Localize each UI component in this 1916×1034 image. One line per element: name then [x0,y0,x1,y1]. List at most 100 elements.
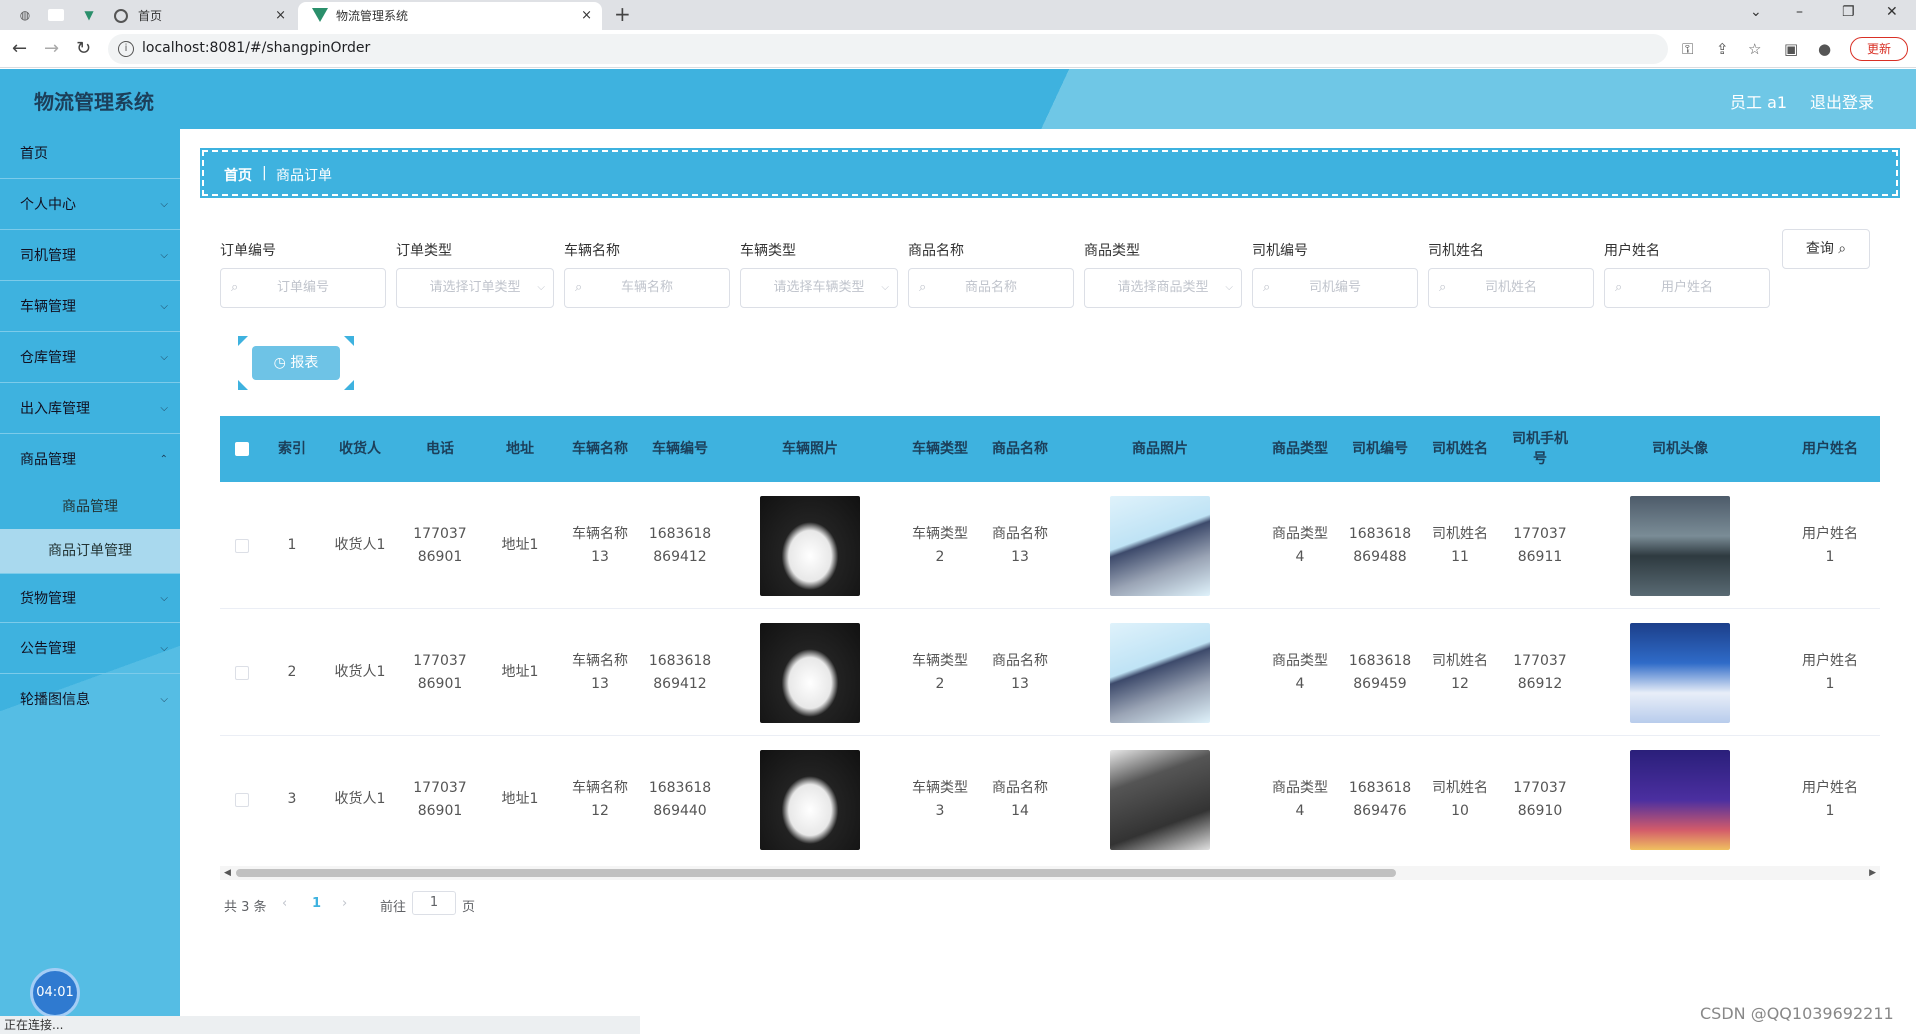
close-icon[interactable]: × [581,2,592,30]
sidebar-subitem-goods-order[interactable]: 商品订单管理 [0,529,180,573]
prev-page-icon[interactable]: ‹ [282,896,287,911]
sidebar-item-warehouse[interactable]: 仓库管理 ⌵ [0,333,180,383]
sidebar-subitem-goods[interactable]: 商品管理 [0,485,180,529]
goods-photo[interactable] [1110,749,1210,850]
sidebar-item-goods[interactable]: 商品管理 ⌃ [0,435,180,485]
vehicle-name-input[interactable]: ⌕ 车辆名称 [564,268,730,308]
scrollbar-thumb[interactable] [236,869,1396,877]
driver-avatar[interactable] [1630,495,1730,596]
info-icon[interactable]: i [118,41,134,57]
page-jump-input[interactable]: 1 [412,891,456,915]
reload-icon[interactable]: ↻ [76,38,91,59]
column-header[interactable]: 车辆照片 [720,416,900,482]
column-header[interactable]: 车辆名称 [560,416,640,482]
url-text[interactable]: localhost:8081/#/shangpinOrder [142,40,370,56]
close-window-icon[interactable]: ✕ [1886,4,1898,20]
scroll-left-icon[interactable]: ◀ [224,866,231,880]
tab-logistics[interactable]: 物流管理系统 × [298,2,602,30]
forward-icon[interactable]: → [44,38,59,59]
select-placeholder: 请选择车辆类型 [773,280,865,295]
vehicle-photo[interactable] [760,622,860,723]
cell-phone: 17703786901 [413,779,467,819]
column-header[interactable]: 司机编号 [1340,416,1420,482]
sidebar-item-label: 个人中心 [20,197,76,213]
driver-no-input[interactable]: ⌕ 司机编号 [1252,268,1418,308]
logout-link[interactable]: 退出登录 [1810,89,1874,113]
driver-name-input[interactable]: ⌕ 司机姓名 [1428,268,1594,308]
sidebar-icon[interactable]: ▣ [1784,40,1798,58]
cell-goods-type: 商品类型4 [1272,525,1328,565]
sidebar-item-drivers[interactable]: 司机管理 ⌵ [0,231,180,281]
driver-avatar[interactable] [1630,749,1730,850]
url-field[interactable]: i localhost:8081/#/shangpinOrder [108,34,1668,64]
column-header[interactable]: 商品照片 [1060,416,1260,482]
sidebar-item-notice[interactable]: 公告管理 ⌵ [0,624,180,674]
horizontal-scrollbar[interactable]: ◀ ▶ [220,866,1880,880]
goods-photo[interactable] [1110,622,1210,723]
update-button[interactable]: 更新 [1850,37,1908,61]
sidebar-item-profile[interactable]: 个人中心 ⌵ [0,180,180,230]
back-icon[interactable]: ← [12,38,27,59]
vue-logo-icon [312,8,328,22]
vue-logo-icon[interactable]: ▼ [80,6,98,24]
blank-tab-icon[interactable] [48,9,64,21]
globe-icon[interactable]: ◍ [16,6,34,24]
key-icon[interactable]: ⚿ [1682,40,1693,58]
user-name-input[interactable]: ⌕ 用户姓名 [1604,268,1770,308]
tab-home[interactable]: 首页 × [100,2,296,30]
cell-goods-name: 商品名称13 [992,652,1048,692]
column-header[interactable]: 车辆类型 [900,416,980,482]
page-number[interactable]: 1 [312,896,321,911]
sidebar-item-cargo[interactable]: 货物管理 ⌵ [0,573,180,623]
goods-name-input[interactable]: ⌕ 商品名称 [908,268,1074,308]
vehicle-type-select[interactable]: 请选择车辆类型 ⌵ [740,268,898,308]
row-checkbox[interactable] [235,792,249,807]
table-row[interactable]: 3 收货人1 17703786901 地址1 车辆名称12 1683618869… [220,736,1880,856]
close-icon[interactable]: × [275,2,286,30]
column-header[interactable]: 司机手机号 [1500,416,1580,482]
order-no-input[interactable]: ⌕ 订单编号 [220,268,386,308]
column-header[interactable]: 司机姓名 [1420,416,1500,482]
row-checkbox-cell [220,736,264,856]
row-checkbox[interactable] [235,538,249,553]
row-checkbox[interactable] [235,665,249,680]
input-placeholder: 商品名称 [964,280,1017,295]
driver-avatar[interactable] [1630,622,1730,723]
sidebar-item-inout[interactable]: 出入库管理 ⌵ [0,384,180,434]
vehicle-photo[interactable] [760,495,860,596]
column-header[interactable]: 收货人 [320,416,400,482]
sidebar-item-home[interactable]: 首页 [0,129,180,179]
column-header[interactable]: 司机头像 [1580,416,1780,482]
cell-driver-no: 1683618869459 [1348,652,1412,692]
star-icon[interactable]: ☆ [1748,40,1761,58]
table-row[interactable]: 1 收货人1 17703786901 地址1 车辆名称13 1683618869… [220,482,1880,609]
goods-type-select[interactable]: 请选择商品类型 ⌵ [1084,268,1242,308]
column-header[interactable]: 车辆编号 [640,416,720,482]
table-row[interactable]: 2 收货人1 17703786901 地址1 车辆名称13 1683618869… [220,609,1880,736]
column-header[interactable]: 电话 [400,416,480,482]
column-header[interactable]: 地址 [480,416,560,482]
column-header[interactable]: 商品类型 [1260,416,1340,482]
goods-photo[interactable] [1110,495,1210,596]
cell-driver-name: 司机姓名12 [1432,652,1488,692]
order-type-select[interactable]: 请选择订单类型 ⌵ [396,268,554,308]
restore-icon[interactable]: ❐ [1842,4,1855,20]
scroll-right-icon[interactable]: ▶ [1869,866,1876,880]
query-button[interactable]: 查询 ⌕ [1782,229,1870,269]
sidebar-item-carousel[interactable]: 轮播图信息 ⌵ [0,675,180,725]
share-icon[interactable]: ⇪ [1716,40,1729,58]
breadcrumb-home[interactable]: 首页 [224,165,252,185]
profile-icon[interactable]: ● [1818,40,1831,58]
column-header[interactable]: 用户姓名 [1780,416,1880,482]
vehicle-photo[interactable] [760,749,860,850]
cell-phone: 17703786901 [413,652,467,692]
column-header[interactable]: 索引 [264,416,320,482]
sidebar-item-vehicles[interactable]: 车辆管理 ⌵ [0,282,180,332]
chevron-down-icon[interactable]: ⌄ [1750,4,1762,20]
next-page-icon[interactable]: › [342,896,347,911]
minimize-icon[interactable]: – [1796,4,1803,20]
report-button[interactable]: ◷ 报表 [252,346,340,380]
select-all-checkbox[interactable] [235,442,249,456]
new-tab-button[interactable]: + [614,2,631,26]
column-header[interactable]: 商品名称 [980,416,1060,482]
